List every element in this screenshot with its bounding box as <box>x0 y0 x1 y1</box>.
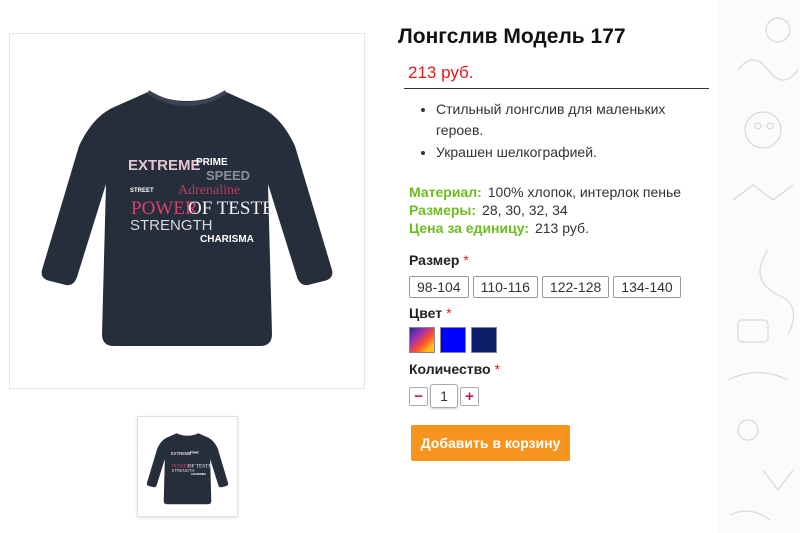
print-extreme: EXTREME <box>128 157 201 174</box>
print-street: STREET <box>130 188 154 194</box>
quantity-increment-button[interactable]: + <box>460 386 479 406</box>
color-swatch-blue[interactable] <box>440 327 466 353</box>
print-adrenaline: Adrenaline <box>178 183 240 198</box>
spec-label: Размеры: <box>409 202 477 218</box>
longsleeve-shirt-image: EXTREME PRIME SPEED STREET Adrenaline PO… <box>41 90 333 346</box>
color-swatch-multicolor[interactable] <box>409 327 435 353</box>
print-charisma: CHARISMA <box>200 234 254 245</box>
size-option-122-128[interactable]: 122-128 <box>541 276 610 298</box>
size-option-134-140[interactable]: 134-140 <box>613 276 681 298</box>
quantity-decrement-button[interactable]: − <box>409 386 428 406</box>
product-price: 213 руб. <box>408 63 474 82</box>
quantity-input[interactable] <box>430 384 458 408</box>
doodle-drawing <box>727 17 799 521</box>
thumb-print-extreme: EXTREME <box>171 451 191 456</box>
color-label-text: Цвет <box>409 305 443 321</box>
quantity-label-text: Количество <box>409 361 491 377</box>
print-prime: PRIME <box>196 157 228 168</box>
feature-item: Стильный лонгслив для маленьких героев. <box>436 99 706 141</box>
quantity-stepper: − + <box>409 384 479 408</box>
required-mark: * <box>446 305 452 321</box>
spec-value: 213 руб. <box>534 220 589 236</box>
size-option-98-104[interactable]: 98-104 <box>409 276 469 298</box>
feature-item: Украшен шелкографией. <box>436 142 706 163</box>
required-mark: * <box>463 252 469 268</box>
thumb-print-prime: PRIME <box>190 451 199 455</box>
spec-value: 100% хлопок, интерлок пенье <box>487 184 682 200</box>
product-thumbnail[interactable]: EXTREME PRIME POWER OF TESTE STRENGTH CH… <box>137 416 238 517</box>
product-title: Лонгслив Модель 177 <box>398 25 626 48</box>
add-to-cart-button[interactable]: Добавить в корзину <box>411 425 570 461</box>
product-specs: Материал: 100% хлопок, интерлок пенье Раз… <box>409 183 681 237</box>
color-swatch-navy[interactable] <box>471 327 497 353</box>
longsleeve-shirt-thumbnail-image: EXTREME PRIME POWER OF TESTE STRENGTH CH… <box>146 433 229 505</box>
size-label-text: Размер <box>409 252 460 268</box>
color-option-label: Цвет * <box>409 305 452 321</box>
color-selector <box>409 327 497 353</box>
price-divider <box>404 88 709 89</box>
spec-row-material: Материал: 100% хлопок, интерлок пенье <box>409 183 681 201</box>
thumb-print-charisma: CHARISMA <box>191 472 206 476</box>
quantity-label: Количество * <box>409 361 500 377</box>
size-selector: 98-104 110-116 122-128 134-140 <box>409 276 681 298</box>
required-mark: * <box>494 361 501 377</box>
spec-row-sizes: Размеры: 28, 30, 32, 34 <box>409 201 681 219</box>
size-option-110-116[interactable]: 110-116 <box>472 276 538 298</box>
spec-label: Цена за единицу: <box>409 220 529 236</box>
product-main-image[interactable]: EXTREME PRIME SPEED STREET Adrenaline PO… <box>9 33 365 389</box>
feature-list: Стильный лонгслив для маленьких героев. … <box>418 99 706 164</box>
spec-row-unit-price: Цена за единицу: 213 руб. <box>409 219 681 237</box>
spec-value: 28, 30, 32, 34 <box>482 202 568 218</box>
decorative-doodle-background <box>718 0 800 533</box>
spec-label: Материал: <box>409 184 482 200</box>
size-option-label: Размер * <box>409 252 469 268</box>
print-speed: SPEED <box>206 168 250 183</box>
print-strength: STRENGTH <box>130 217 213 234</box>
print-of-teste: OF TESTE <box>188 198 274 219</box>
